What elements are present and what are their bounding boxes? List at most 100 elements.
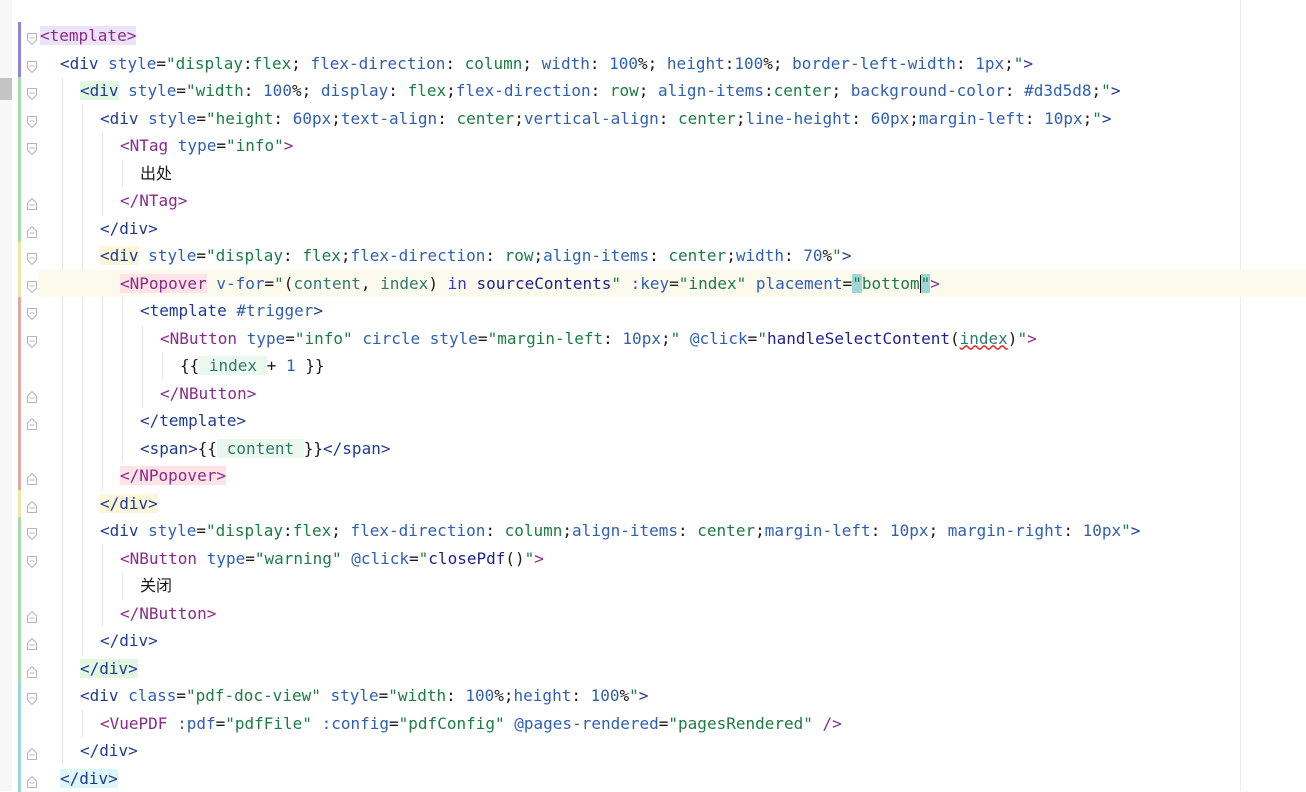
fold-open-icon[interactable]: [26, 140, 38, 152]
code-token: :config: [322, 714, 389, 733]
code-line[interactable]: <NButton type="info" circle style="margi…: [40, 325, 1037, 352]
code-token: flex: [293, 521, 332, 540]
fold-close-icon[interactable]: [26, 635, 38, 647]
gutter-change-marker: [18, 737, 21, 765]
code-token: "info": [295, 329, 353, 348]
code-token: +: [267, 356, 286, 375]
code-token: <div: [100, 246, 139, 265]
code-line[interactable]: <VuePDF :pdf="pdfFile" :config="pdfConfi…: [40, 710, 842, 737]
code-token: "display: [166, 54, 243, 73]
code-token: ": [671, 329, 681, 348]
code-token: <VuePDF: [100, 714, 177, 733]
code-line[interactable]: </NButton>: [40, 380, 256, 407]
code-token: #trigger: [236, 301, 313, 320]
code-line[interactable]: </template>: [40, 407, 246, 434]
code-line[interactable]: <div class="pdf-doc-view" style="width: …: [40, 682, 648, 709]
fold-close-icon[interactable]: [26, 388, 38, 400]
code-token: [312, 714, 322, 733]
code-line[interactable]: </div>: [40, 490, 158, 517]
code-line[interactable]: 出处: [40, 160, 172, 187]
code-token: flex-direction: [310, 54, 445, 73]
code-line[interactable]: <div style="width: 100%; display: flex;f…: [40, 77, 1120, 104]
fold-open-icon[interactable]: [26, 250, 38, 262]
fold-open-icon[interactable]: [26, 85, 38, 97]
code-line[interactable]: 关闭: [40, 572, 172, 599]
code-token: 10px: [890, 521, 929, 540]
code-token: =: [196, 521, 206, 540]
fold-open-icon[interactable]: [26, 690, 38, 702]
code-token: =: [216, 136, 226, 155]
gutter-change-marker: [18, 462, 21, 490]
fold-open-icon[interactable]: [26, 525, 38, 537]
code-line[interactable]: </div>: [40, 765, 118, 792]
code-editor[interactable]: <template><div style="display:flex; flex…: [0, 0, 1306, 791]
code-line[interactable]: </NPopover>: [40, 462, 226, 489]
code-token: %;: [763, 54, 792, 73]
code-line[interactable]: <div style="display:flex; flex-direction…: [40, 50, 1033, 77]
fold-close-icon[interactable]: [26, 745, 38, 757]
code-line[interactable]: </div>: [40, 215, 158, 242]
code-token: =: [843, 274, 853, 293]
code-token: row: [505, 246, 534, 265]
fold-close-icon[interactable]: [26, 470, 38, 482]
fold-close-icon[interactable]: [26, 773, 38, 785]
code-line[interactable]: {{ index + 1 }}: [40, 352, 325, 379]
code-token: :: [764, 81, 774, 100]
code-line[interactable]: <span>{{ content }}</span>: [40, 435, 390, 462]
fold-open-icon[interactable]: [26, 58, 38, 70]
code-token: style: [128, 81, 176, 100]
fold-close-icon[interactable]: [26, 415, 38, 427]
fold-close-icon[interactable]: [26, 223, 38, 235]
code-token: center: [678, 109, 736, 128]
code-token: :: [273, 109, 292, 128]
gutter-change-marker: [18, 517, 21, 545]
code-token: ;: [1004, 54, 1014, 73]
code-token: ;: [291, 54, 310, 73]
code-token: =: [285, 329, 295, 348]
code-token: >: [1027, 329, 1037, 348]
code-line[interactable]: <template #trigger>: [40, 297, 323, 324]
fold-open-icon[interactable]: [26, 113, 38, 125]
code-token: [207, 274, 217, 293]
fold-open-icon[interactable]: [26, 30, 38, 42]
code-token: </div>: [100, 494, 158, 513]
fold-close-icon[interactable]: [26, 663, 38, 675]
code-token: %: [823, 246, 833, 265]
code-token: class: [128, 686, 176, 705]
code-line[interactable]: <div style="display:flex; flex-direction…: [40, 517, 1140, 544]
code-token: }}: [304, 439, 323, 458]
scroll-marker[interactable]: [0, 78, 12, 100]
code-token: %;: [638, 54, 667, 73]
code-token: in: [448, 274, 467, 293]
gutter-change-marker: [18, 490, 21, 518]
fold-close-icon[interactable]: [26, 608, 38, 620]
fold-open-icon[interactable]: [26, 333, 38, 345]
code-token: </NPopover>: [120, 466, 226, 485]
code-line[interactable]: </NTag>: [40, 187, 187, 214]
code-token: />: [823, 714, 842, 733]
code-token: >: [284, 136, 294, 155]
fold-close-icon[interactable]: [26, 498, 38, 510]
code-line[interactable]: <NPopover v-for="(content, index) in sou…: [40, 270, 940, 297]
code-line[interactable]: <div style="height: 60px;text-align: cen…: [40, 105, 1112, 132]
fold-open-icon[interactable]: [26, 278, 38, 290]
code-line[interactable]: </div>: [40, 737, 138, 764]
code-line[interactable]: <NButton type="warning" @click="closePdf…: [40, 545, 544, 572]
code-token: :: [283, 246, 302, 265]
gutter-change-marker: [18, 407, 21, 435]
code-line[interactable]: <template>: [40, 22, 136, 49]
code-token: margin-right: [948, 521, 1064, 540]
code-line[interactable]: <NTag type="info">: [40, 132, 293, 159]
fold-open-icon[interactable]: [26, 553, 38, 565]
code-token: style: [148, 246, 196, 265]
code-token: flex-direction: [350, 246, 485, 265]
code-token: ": [274, 274, 284, 293]
code-line[interactable]: <div style="display: flex;flex-direction…: [40, 242, 851, 269]
fold-close-icon[interactable]: [26, 195, 38, 207]
code-line[interactable]: </NButton>: [40, 600, 216, 627]
fold-open-icon[interactable]: [26, 305, 38, 317]
code-token: closePdf: [428, 549, 505, 568]
code-token: </div>: [100, 219, 158, 238]
code-line[interactable]: </div>: [40, 655, 138, 682]
code-line[interactable]: </div>: [40, 627, 158, 654]
